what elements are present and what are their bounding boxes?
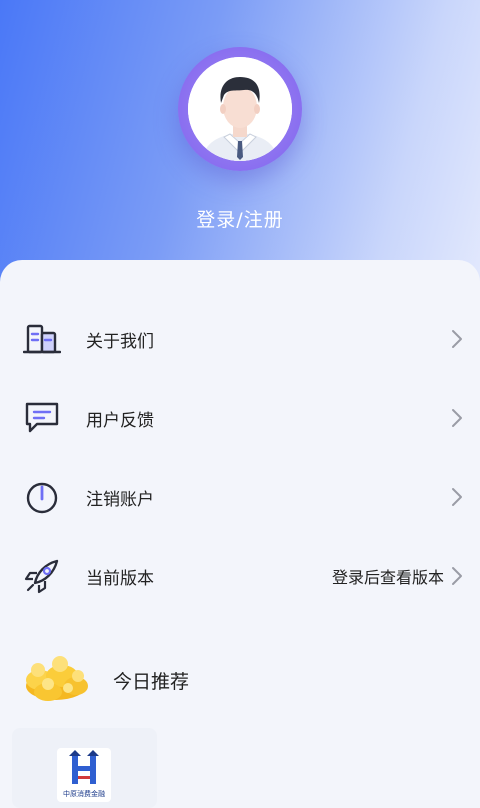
menu-item-current-version[interactable]: 当前版本 登录后查看版本 bbox=[0, 546, 480, 606]
login-register-link[interactable]: 登录/注册 bbox=[0, 205, 480, 232]
menu-item-feedback[interactable]: 用户反馈 bbox=[0, 388, 480, 448]
menu-item-about-us[interactable]: 关于我们 bbox=[0, 309, 480, 369]
power-icon bbox=[22, 477, 62, 517]
partner-logo-icon bbox=[69, 750, 99, 784]
menu-item-label: 注销账户 bbox=[86, 489, 154, 510]
chevron-right-icon bbox=[452, 567, 462, 585]
avatar[interactable] bbox=[178, 47, 302, 171]
rocket-icon bbox=[22, 556, 62, 596]
profile-header: 登录/注册 bbox=[0, 0, 480, 300]
partner-logo: 中原消费金融 bbox=[57, 748, 111, 802]
partner-logo-text: 中原消费金融 bbox=[63, 790, 105, 798]
recommend-title: 今日推荐 bbox=[113, 671, 190, 693]
partner-card[interactable]: 中原消费金融 bbox=[12, 728, 157, 808]
chevron-right-icon bbox=[452, 488, 462, 506]
avatar-image bbox=[188, 57, 292, 161]
chevron-right-icon bbox=[452, 330, 462, 348]
gold-coins-icon bbox=[26, 656, 88, 701]
chat-icon bbox=[22, 398, 62, 438]
user-avatar-icon bbox=[188, 57, 292, 161]
building-icon bbox=[22, 319, 62, 359]
menu-item-label: 用户反馈 bbox=[86, 410, 154, 431]
menu-item-label: 关于我们 bbox=[86, 331, 154, 352]
version-status: 登录后查看版本 bbox=[331, 568, 444, 587]
menu-item-label: 当前版本 bbox=[86, 568, 154, 589]
menu-item-cancel-account[interactable]: 注销账户 bbox=[0, 467, 480, 527]
chevron-right-icon bbox=[452, 409, 462, 427]
